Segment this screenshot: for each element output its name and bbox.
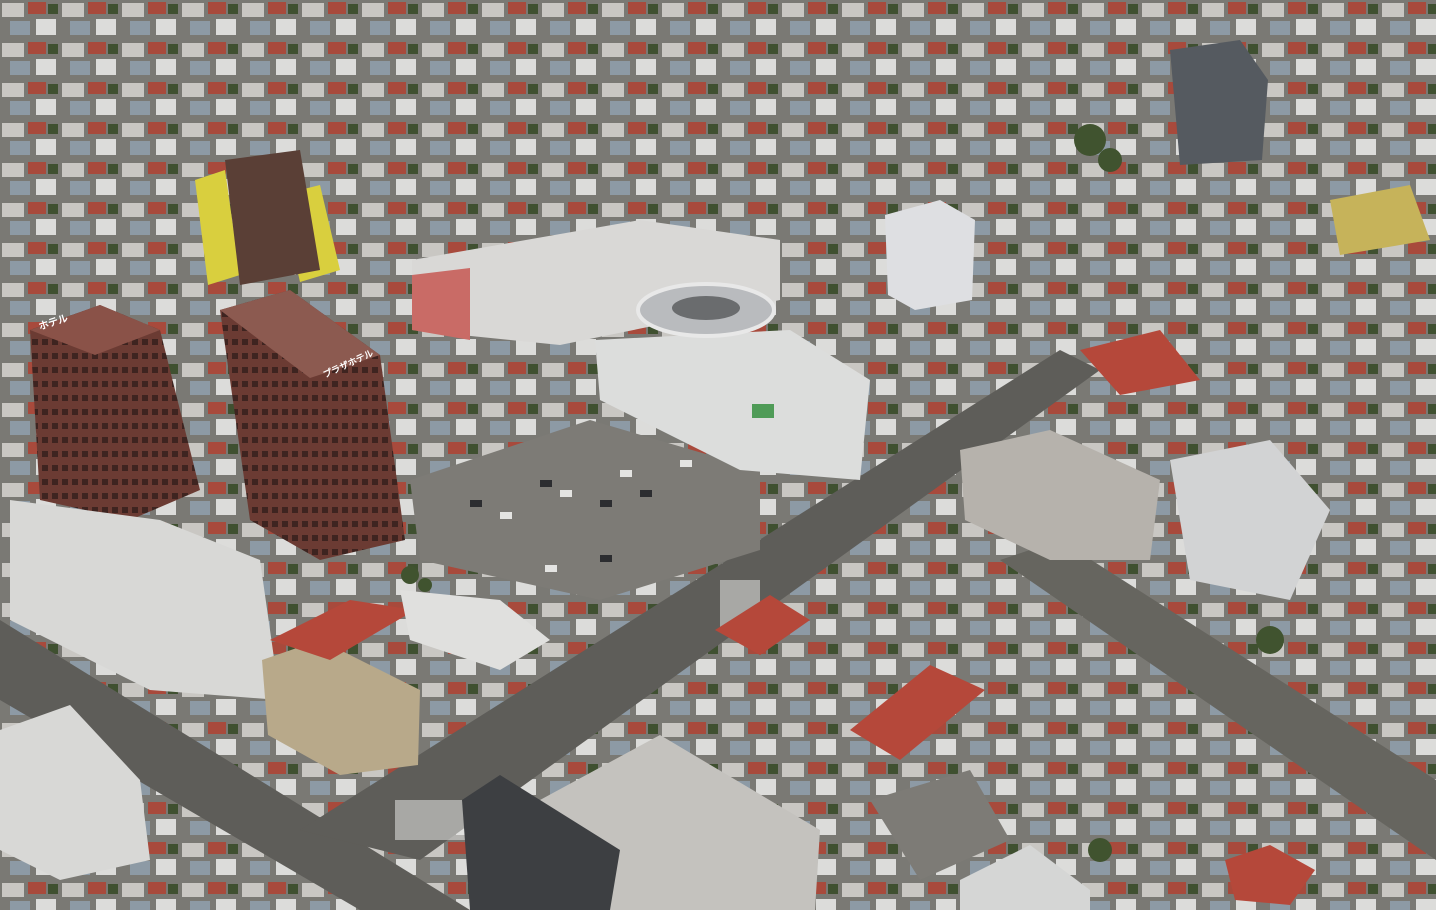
office-building-right bbox=[885, 200, 975, 310]
mall-building-front bbox=[412, 268, 470, 340]
aerial-city-scene: ホテル プラザホテル bbox=[0, 0, 1436, 910]
crosswalk bbox=[395, 800, 465, 840]
mall-sign-green bbox=[752, 404, 774, 418]
